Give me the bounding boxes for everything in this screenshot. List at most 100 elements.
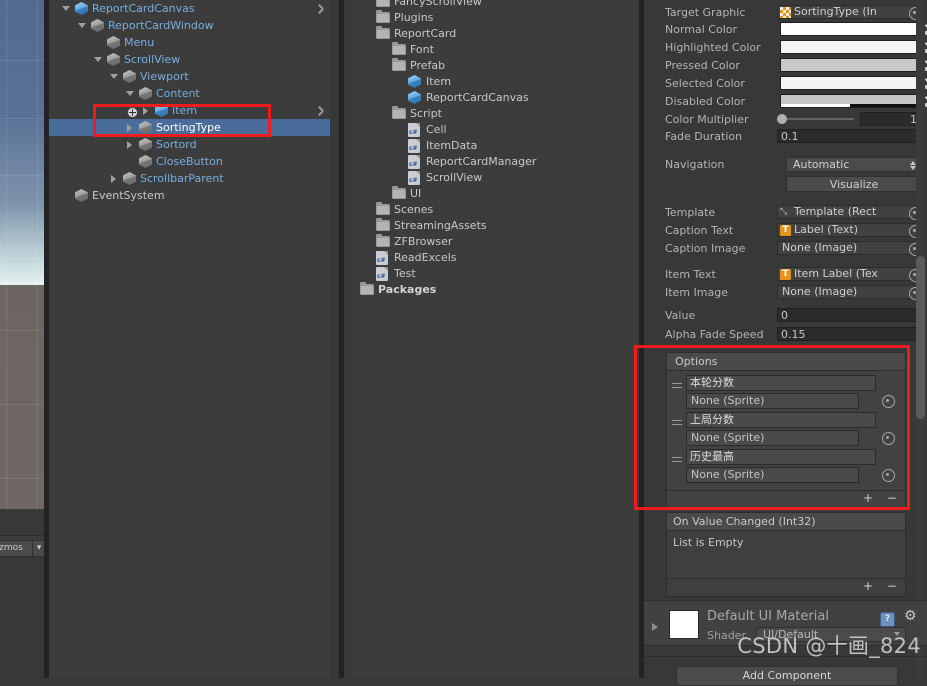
on-value-changed-list[interactable]: On Value Changed (Int32) List is Empty +…	[666, 512, 906, 597]
field-navigation[interactable]: Navigation Automatic	[644, 156, 927, 173]
color-swatch[interactable]	[780, 22, 920, 36]
gizmos-toolbar[interactable]: zmos ▾	[0, 535, 44, 558]
object-field[interactable]: SortingType (In	[777, 5, 921, 19]
foldout-arrow-icon[interactable]	[379, 105, 390, 122]
foldout-arrow-icon[interactable]	[61, 0, 72, 17]
option-text-input[interactable]: 历史最高	[686, 449, 876, 465]
field-caption-image[interactable]: Caption Image None (Image)	[644, 240, 927, 257]
field-target-graphic[interactable]: Target Graphic SortingType (In	[644, 4, 927, 21]
project-row-script[interactable]: Script	[352, 105, 639, 122]
add-option-button[interactable]: +	[857, 492, 879, 506]
foldout-arrow-icon[interactable]	[363, 201, 374, 218]
field-caption-text[interactable]: Caption Text T Label (Text)	[644, 222, 927, 239]
slider-track[interactable]	[778, 118, 854, 120]
drag-handle-icon[interactable]	[672, 383, 682, 391]
foldout-arrow-icon[interactable]	[363, 233, 374, 250]
project-row-itemdata[interactable]: ItemData	[352, 137, 639, 154]
object-field[interactable]: None (Image)	[777, 285, 921, 299]
hierarchy-row-content[interactable]: Content	[49, 85, 330, 102]
project-row-item[interactable]: Item	[352, 73, 639, 90]
hierarchy-row-eventsystem[interactable]: EventSystem	[49, 187, 330, 204]
foldout-arrow-icon[interactable]	[125, 136, 136, 153]
field-item-text[interactable]: Item Text T Item Label (Tex	[644, 266, 927, 283]
option-item[interactable]: 历史最高 None (Sprite)	[667, 449, 905, 486]
field-pressed-color[interactable]: Pressed Color	[644, 57, 927, 74]
drag-handle-icon[interactable]	[672, 457, 682, 465]
option-sprite-field[interactable]: None (Sprite)	[686, 393, 859, 409]
field-value[interactable]: Value 0	[644, 307, 927, 324]
hierarchy-row-closebutton[interactable]: CloseButton	[49, 153, 330, 170]
option-sprite-field[interactable]: None (Sprite)	[686, 430, 859, 446]
foldout-arrow-icon[interactable]	[125, 85, 136, 102]
project-panel[interactable]: FancyScrollView Plugins ReportCard Font Pref…	[352, 0, 639, 678]
project-row-zfbrowser[interactable]: ZFBrowser	[352, 233, 639, 250]
field-color-multiplier[interactable]: Color Multiplier 1	[644, 111, 927, 128]
project-row-reportcardmanager[interactable]: ReportCardManager	[352, 153, 639, 170]
project-row-scrollview[interactable]: ScrollView	[352, 169, 639, 186]
color-swatch[interactable]	[780, 94, 920, 108]
field-disabled-color[interactable]: Disabled Color	[644, 93, 927, 110]
project-row-font[interactable]: Font	[352, 41, 639, 58]
gear-icon[interactable]	[904, 609, 917, 624]
foldout-arrow-icon[interactable]	[363, 217, 374, 234]
option-item[interactable]: 上局分数 None (Sprite)	[667, 412, 905, 449]
option-text-input[interactable]: 本轮分数	[686, 375, 876, 391]
foldout-arrow-icon[interactable]	[379, 185, 390, 202]
object-field[interactable]: T Item Label (Tex	[777, 267, 921, 281]
drag-handle-icon[interactable]	[672, 420, 682, 428]
option-item[interactable]: 本轮分数 None (Sprite)	[667, 375, 905, 412]
field-item-image[interactable]: Item Image None (Image)	[644, 284, 927, 301]
alpha-fade-speed-input[interactable]: 0.15	[777, 327, 922, 341]
gizmos-dropdown-button[interactable]: ▾	[32, 540, 44, 557]
project-row-ui[interactable]: UI	[352, 185, 639, 202]
hierarchy-panel[interactable]: ReportCardCanvas ReportCardWindow Menu Scro…	[49, 0, 330, 678]
project-row-packages[interactable]: Packages	[352, 281, 639, 298]
field-fade-duration[interactable]: Fade Duration 0.1	[644, 128, 927, 145]
inspector-scrollbar-thumb[interactable]	[916, 256, 925, 419]
field-normal-color[interactable]: Normal Color	[644, 21, 927, 38]
project-row-scenes[interactable]: Scenes	[352, 201, 639, 218]
project-row-reportcard[interactable]: ReportCard	[352, 25, 639, 42]
gizmos-button[interactable]: zmos	[0, 540, 36, 557]
hierarchy-row-sortingtype[interactable]: SortingType	[49, 119, 330, 136]
material-foldout-icon[interactable]	[652, 623, 658, 631]
option-text-input[interactable]: 上局分数	[686, 412, 876, 428]
value-input[interactable]: 0	[777, 308, 922, 322]
foldout-arrow-icon[interactable]	[77, 17, 88, 34]
object-field[interactable]: None (Image)	[777, 241, 921, 255]
hierarchy-row-reportcardwindow[interactable]: ReportCardWindow	[49, 17, 330, 34]
object-picker-icon[interactable]	[882, 432, 895, 445]
fade-duration-value[interactable]: 0.1	[777, 129, 922, 143]
foldout-arrow-icon[interactable]	[125, 119, 136, 136]
options-list[interactable]: Options 本轮分数 None (Sprite) 上局分数 None (Sprit…	[666, 352, 906, 508]
foldout-arrow-icon[interactable]	[379, 41, 390, 58]
color-swatch[interactable]	[780, 58, 920, 72]
foldout-arrow-icon[interactable]	[363, 9, 374, 26]
hierarchy-row-scrollview[interactable]: ScrollView	[49, 51, 330, 68]
add-listener-button[interactable]: +	[857, 580, 879, 594]
foldout-arrow-icon[interactable]	[109, 68, 120, 85]
prefab-open-chevron-icon[interactable]	[318, 4, 324, 13]
color-multiplier-value[interactable]: 1	[860, 112, 922, 126]
object-field[interactable]: ⤡ Template (Rect	[777, 205, 921, 219]
project-row-readexcels[interactable]: ReadExcels	[352, 249, 639, 266]
object-picker-icon[interactable]	[882, 395, 895, 408]
color-swatch[interactable]	[780, 40, 920, 54]
project-row-plugins[interactable]: Plugins	[352, 9, 639, 26]
foldout-arrow-icon[interactable]	[352, 281, 358, 298]
option-sprite-field[interactable]: None (Sprite)	[686, 467, 859, 483]
field-selected-color[interactable]: Selected Color	[644, 75, 927, 92]
navigation-dropdown[interactable]: Automatic	[786, 157, 922, 172]
slider-knob[interactable]	[777, 114, 787, 124]
project-row-prefab[interactable]: Prefab	[352, 57, 639, 74]
foldout-arrow-icon[interactable]	[93, 51, 104, 68]
hierarchy-row-reportcardcanvas[interactable]: ReportCardCanvas	[49, 0, 330, 17]
field-alpha-fade-speed[interactable]: Alpha Fade Speed 0.15	[644, 326, 927, 343]
hierarchy-row-scrollbarparent[interactable]: ScrollbarParent	[49, 170, 330, 187]
remove-listener-button[interactable]: −	[881, 580, 903, 594]
object-picker-icon[interactable]	[882, 469, 895, 482]
hierarchy-row-viewport[interactable]: Viewport	[49, 68, 330, 85]
object-field[interactable]: T Label (Text)	[777, 223, 921, 237]
project-row-cell[interactable]: Cell	[352, 121, 639, 138]
foldout-arrow-icon[interactable]	[109, 170, 120, 187]
